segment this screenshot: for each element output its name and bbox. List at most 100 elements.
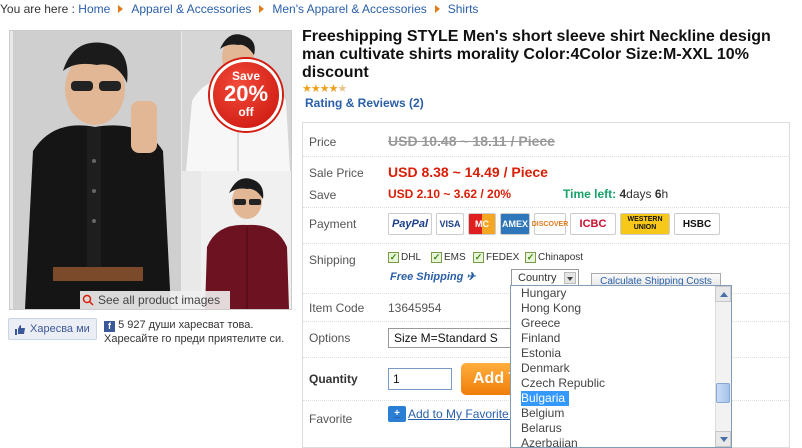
checkmark-icon: ✓: [525, 252, 536, 263]
paypal-icon: PayPal: [388, 213, 432, 235]
divider: [303, 156, 789, 157]
item-code: 13645954: [388, 301, 442, 315]
add-favorite-icon: +: [388, 406, 406, 422]
product-photo-black-shirt[interactable]: [13, 31, 181, 309]
shipping-chinapost[interactable]: ✓ Chinapost: [525, 252, 583, 263]
product-title: Freeshipping STYLE Men's short sleeve sh…: [302, 28, 771, 81]
country-option[interactable]: Hungary: [511, 286, 731, 301]
icbc-icon: ICBC: [570, 213, 616, 235]
badge-line3: off: [238, 105, 254, 119]
country-option[interactable]: Denmark: [511, 361, 731, 376]
facebook-like-button[interactable]: Харесва ми: [8, 318, 97, 340]
star-icon: ★: [302, 83, 312, 95]
save-discount-badge: Save 20% off: [210, 59, 282, 131]
country-option-selected[interactable]: Bulgaria: [521, 391, 569, 406]
country-select-value: Country: [518, 272, 557, 284]
original-price: USD 10.48 ~ 18.11 / Piece: [388, 133, 555, 149]
visa-icon: VISA: [436, 213, 464, 235]
breadcrumb-arrow-icon: [259, 5, 265, 13]
add-to-favorite-link[interactable]: + Add to My Favorite F: [388, 406, 519, 422]
like-label: Харесва ми: [30, 323, 90, 335]
country-option[interactable]: Czech Republic: [511, 376, 731, 391]
checkmark-icon: ✓: [431, 252, 442, 263]
shipping-fedex-label: FEDEX: [486, 252, 520, 263]
like-count-text: 5 927 души харесват това. Харесайте го п…: [104, 319, 285, 345]
chevron-down-icon: [564, 272, 576, 284]
facebook-icon: f: [104, 321, 115, 332]
western-union-icon: WESTERN UNION: [620, 213, 670, 235]
dropdown-scrollbar[interactable]: [715, 286, 731, 447]
half-star-icon: ★: [337, 83, 348, 95]
thumbs-up-icon: [15, 324, 25, 335]
breadcrumb-mens-apparel[interactable]: Men's Apparel & Accessories: [272, 2, 426, 16]
country-option[interactable]: Greece: [511, 316, 731, 331]
see-all-label: See all product images: [98, 293, 221, 307]
star-icon: ★: [319, 83, 330, 95]
country-option[interactable]: Belgium: [511, 406, 731, 421]
amex-icon: AMEX: [500, 213, 530, 235]
magnifier-icon: [82, 294, 94, 306]
quantity-label: Quantity: [309, 372, 358, 386]
item-code-label: Item Code: [309, 301, 365, 315]
product-photo-red-shirt[interactable]: [201, 171, 291, 309]
breadcrumb-home[interactable]: Home: [78, 2, 110, 16]
facebook-like-count: f 5 927 души харесват това. Харесайте го…: [104, 318, 294, 346]
options-label: Options: [309, 331, 351, 345]
payment-methods: PayPal VISA MC AMEX DISCOVER ICBC WESTER…: [388, 213, 720, 235]
free-shipping: Free Shipping ✈: [390, 270, 476, 283]
product-gallery[interactable]: Save 20% off: [9, 30, 292, 310]
shipping-dhl-label: DHL: [401, 252, 422, 263]
mastercard-icon: MC: [468, 213, 496, 235]
rating-reviews-link[interactable]: Rating & Reviews (2): [305, 96, 424, 110]
divider: [303, 207, 789, 208]
sale-price-label: Sale Price: [309, 166, 364, 180]
breadcrumb-arrow-icon: [118, 5, 124, 13]
shipping-fedex[interactable]: ✓ FEDEX: [473, 252, 519, 263]
quantity-input[interactable]: 1: [388, 368, 452, 390]
badge-line2: 20%: [223, 81, 269, 106]
breadcrumb-shirts[interactable]: Shirts: [448, 2, 479, 16]
time-left-hours-unit: h: [661, 187, 669, 201]
free-shipping-label: Free Shipping: [390, 271, 464, 283]
checkmark-icon: ✓: [388, 252, 399, 263]
country-option[interactable]: Azerbaijan: [511, 436, 731, 447]
time-left-hours: 6: [654, 187, 662, 201]
star-icon: ★: [310, 83, 321, 95]
shipping-label: Shipping: [309, 253, 356, 267]
breadcrumb-arrow-icon: [434, 5, 440, 13]
hsbc-icon: HSBC: [674, 213, 720, 235]
breadcrumb-prefix: You are here :: [0, 2, 75, 16]
price-label: Price: [309, 135, 337, 149]
country-dropdown-list[interactable]: Hungary Hong Kong Greece Finland Estonia…: [510, 285, 732, 448]
shipping-dhl[interactable]: ✓ DHL: [388, 252, 421, 263]
scroll-thumb[interactable]: [716, 383, 730, 403]
star-icon: ★: [328, 83, 339, 95]
time-left-days-unit: days: [626, 187, 652, 201]
rating-stars: ★★★★★: [302, 82, 348, 95]
time-left-label: Time left:: [563, 187, 617, 201]
checkmark-icon: ✓: [473, 252, 484, 263]
time-left: Time left: 4days 6h: [563, 187, 668, 201]
payment-label: Payment: [309, 217, 357, 231]
favorite-label: Favorite: [309, 412, 353, 426]
save-amount: USD 2.10 ~ 3.62 / 20%: [388, 187, 512, 201]
discover-icon: DISCOVER: [532, 213, 568, 235]
country-option[interactable]: Estonia: [511, 346, 731, 361]
sale-price: USD 8.38 ~ 14.49 / Piece: [388, 164, 548, 180]
scroll-down-arrow-icon[interactable]: [715, 431, 731, 447]
add-to-favorite-label: Add to My Favorite F: [408, 407, 520, 421]
shipping-ems-label: EMS: [444, 252, 466, 263]
shipping-chinapost-label: Chinapost: [538, 252, 584, 263]
divider: [303, 243, 789, 244]
scroll-up-arrow-icon[interactable]: [715, 286, 731, 302]
breadcrumb-apparel[interactable]: Apparel & Accessories: [131, 2, 251, 16]
shipping-ems[interactable]: ✓ EMS: [431, 252, 466, 263]
country-option[interactable]: Finland: [511, 331, 731, 346]
size-select[interactable]: Size M=Standard S: [388, 328, 518, 348]
save-label: Save: [309, 188, 337, 202]
country-option[interactable]: Belarus: [511, 421, 731, 436]
airplane-icon: ✈: [466, 271, 476, 283]
see-all-images-link[interactable]: See all product images: [80, 291, 230, 309]
breadcrumb: You are here : Home Apparel & Accessorie…: [0, 0, 478, 18]
country-option[interactable]: Hong Kong: [511, 301, 731, 316]
